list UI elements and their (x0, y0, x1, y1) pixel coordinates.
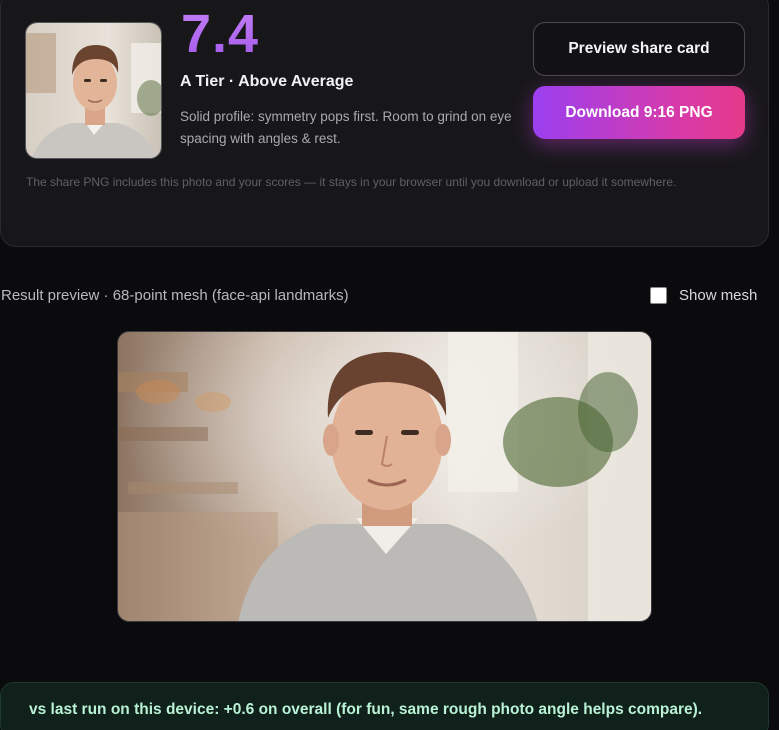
overall-score: 7.4 (181, 4, 260, 64)
portrait-image (26, 23, 161, 158)
tier-label: A Tier · Above Average (180, 73, 354, 90)
privacy-note: The share PNG includes this photo and yo… (26, 175, 677, 189)
profile-thumbnail (25, 22, 162, 159)
preview-section-label: Result preview · 68-point mesh (face-api… (1, 287, 349, 304)
result-preview-photo (117, 331, 652, 622)
portrait-image (118, 332, 651, 621)
show-mesh-checkbox[interactable] (650, 287, 667, 304)
show-mesh-toggle[interactable]: Show mesh (650, 287, 757, 304)
preview-share-card-button[interactable]: Preview share card (533, 22, 745, 76)
score-description: Solid profile: symmetry pops first. Room… (180, 109, 512, 146)
download-png-button[interactable]: Download 9:16 PNG (533, 86, 745, 139)
results-page: 7.4 A Tier · Above Average Solid profile… (0, 0, 779, 730)
show-mesh-label[interactable]: Show mesh (679, 287, 757, 304)
comparison-banner: vs last run on this device: +0.6 on over… (0, 682, 769, 730)
comparison-text: vs last run on this device: +0.6 on over… (29, 701, 703, 718)
score-card: 7.4 A Tier · Above Average Solid profile… (0, 0, 769, 247)
